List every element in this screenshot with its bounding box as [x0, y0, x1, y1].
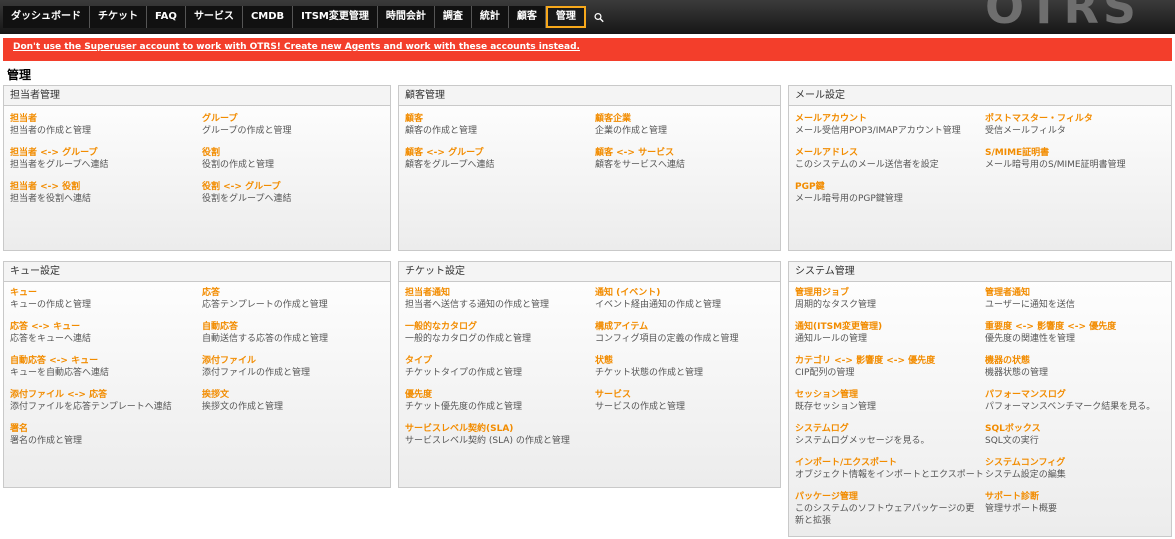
admin-link-criticality-impact-priority[interactable]: 重要度 <-> 影響度 <-> 優先度 優先度の関連性を管理 [985, 321, 1175, 345]
admin-link-priorities[interactable]: 優先度 チケット優先度の作成と管理 [405, 389, 595, 413]
panel-ticket-settings: チケット設定 担当者通知 担当者へ送信する通知の作成と管理 通知 (イベント) イベ… [398, 261, 781, 488]
admin-link-agents-roles[interactable]: 担当者 <-> 役割 担当者を役割へ連結 [10, 181, 200, 205]
admin-link-types[interactable]: タイプ チケットタイプの作成と管理 [405, 355, 595, 379]
top-navigation-bar: ダッシュボード チケット FAQ サービス CMDB ITSM変更管理 時間会計… [0, 0, 1175, 34]
admin-link-pgp-keys[interactable]: PGP鍵 メール暗号用のPGP鍵管理 [795, 181, 985, 205]
admin-link-session-management[interactable]: セッション管理 既存セッション管理 [795, 389, 985, 413]
admin-link-postmaster-filters[interactable]: ポストマスター・フィルタ 受信メールフィルタ [985, 113, 1175, 137]
admin-link-customer-companies[interactable]: 顧客企業 企業の作成と管理 [595, 113, 785, 137]
admin-link-itsm-change-notification[interactable]: 通知(ITSM変更管理) 通知ルールの管理 [795, 321, 985, 345]
admin-link-support-data-collector[interactable]: サポート診断 管理サポート概要 [985, 491, 1175, 515]
admin-link-agents[interactable]: 担当者 担当者の作成と管理 [10, 113, 200, 137]
admin-link-device-state[interactable]: 機器の状態 機器状態の管理 [985, 355, 1175, 379]
admin-link-email-addresses[interactable]: メールアドレス このシステムのメール送信者を設定 [795, 147, 985, 171]
nav-faq[interactable]: FAQ [147, 6, 186, 28]
admin-link-import-export[interactable]: インポート/エクスポート オブジェクト情報をインポートとエクスポート [795, 457, 985, 481]
panel-customer-management: 顧客管理 顧客 顧客の作成と管理 顧客企業 企業の作成と管理 顧客 <-> グループ… [398, 85, 781, 251]
admin-link-category-impact-priority[interactable]: カテゴリ <-> 影響度 <-> 優先度 CIP配列の管理 [795, 355, 985, 379]
admin-link-signatures[interactable]: 署名 署名の作成と管理 [10, 423, 200, 447]
admin-link-groups[interactable]: グループ グループの作成と管理 [202, 113, 392, 137]
admin-link-roles[interactable]: 役割 役割の作成と管理 [202, 147, 392, 171]
panel-system-administration: システム管理 管理用ジョブ 周期的なタスク管理 管理者通知 ユーザーに通知を送信 通… [788, 261, 1172, 537]
admin-link-queues[interactable]: キュー キューの作成と管理 [10, 287, 200, 311]
search-icon[interactable] [586, 6, 612, 28]
nav-ticket[interactable]: チケット [90, 6, 147, 28]
panel-title: 顧客管理 [399, 86, 780, 106]
superuser-warning-banner: Don't use the Superuser account to work … [3, 38, 1172, 61]
admin-link-system-log[interactable]: システムログ システムログメッセージを見る。 [795, 423, 985, 447]
nav-time-accounting[interactable]: 時間会計 [377, 6, 435, 28]
admin-link-agent-notifications[interactable]: 担当者通知 担当者へ送信する通知の作成と管理 [405, 287, 595, 311]
admin-link-customers[interactable]: 顧客 顧客の作成と管理 [405, 113, 595, 137]
nav-customer[interactable]: 顧客 [508, 6, 546, 28]
nav-cmdb[interactable]: CMDB [242, 6, 294, 28]
panel-title: メール設定 [789, 86, 1171, 106]
panel-title: チケット設定 [399, 262, 780, 282]
admin-link-states[interactable]: 状態 チケット状態の作成と管理 [595, 355, 785, 379]
otrs-logo: OTRS [985, 0, 1141, 28]
admin-link-auto-responses-queues[interactable]: 自動応答 <-> キュー キューを自動応答へ連結 [10, 355, 200, 379]
admin-link-responses-queues[interactable]: 応答 <-> キュー 応答をキューへ連結 [10, 321, 200, 345]
admin-link-performance-log[interactable]: パフォーマンスログ パフォーマンスベンチマーク結果を見る。 [985, 389, 1175, 413]
nav-itsm-change[interactable]: ITSM変更管理 [293, 6, 378, 28]
admin-link-mail-accounts[interactable]: メールアカウント メール受信用POP3/IMAPアカウント管理 [795, 113, 985, 137]
admin-link-admin-notification[interactable]: 管理者通知 ユーザーに通知を送信 [985, 287, 1175, 311]
admin-link-package-manager[interactable]: パッケージ管理 このシステムのソフトウェアパッケージの更新と拡張 [795, 491, 983, 527]
admin-link-customers-services[interactable]: 顧客 <-> サービス 顧客をサービスへ連結 [595, 147, 785, 171]
panel-queue-settings: キュー設定 キュー キューの作成と管理 応答 応答テンプレートの作成と管理 応答 <… [3, 261, 391, 488]
nav-service[interactable]: サービス [185, 6, 243, 28]
panel-title: キュー設定 [4, 262, 390, 282]
nav-stats[interactable]: 統計 [471, 6, 509, 28]
admin-link-sql-box[interactable]: SQLボックス SQL文の実行 [985, 423, 1175, 447]
admin-link-sla[interactable]: サービスレベル契約(SLA) サービスレベル契約 (SLA) の作成と管理 [405, 423, 645, 447]
admin-link-smime-certificates[interactable]: S/MIME証明書 メール暗号用のS/MIME証明書管理 [985, 147, 1175, 171]
admin-link-event-notifications[interactable]: 通知 (イベント) イベント経由通知の作成と管理 [595, 287, 785, 311]
superuser-warning-link[interactable]: Don't use the Superuser account to work … [13, 42, 580, 52]
panel-email-settings: メール設定 メールアカウント メール受信用POP3/IMAPアカウント管理 ポスト… [788, 85, 1172, 251]
main-nav: ダッシュボード チケット FAQ サービス CMDB ITSM変更管理 時間会計… [3, 6, 612, 28]
panel-title: システム管理 [789, 262, 1171, 282]
nav-dashboard[interactable]: ダッシュボード [3, 6, 90, 28]
admin-link-sysconfig[interactable]: システムコンフィグ システム設定の編集 [985, 457, 1175, 481]
admin-link-agents-groups[interactable]: 担当者 <-> グループ 担当者をグループへ連結 [10, 147, 200, 171]
nav-survey[interactable]: 調査 [434, 6, 472, 28]
admin-link-attachments-responses[interactable]: 添付ファイル <-> 応答 添付ファイルを応答テンプレートへ連結 [10, 389, 200, 413]
admin-link-general-catalog[interactable]: 一般的なカタログ 一般的なカタログの作成と管理 [405, 321, 595, 345]
admin-link-attachments[interactable]: 添付ファイル 添付ファイルの作成と管理 [202, 355, 392, 379]
admin-link-responses[interactable]: 応答 応答テンプレートの作成と管理 [202, 287, 392, 311]
panel-title: 担当者管理 [4, 86, 390, 106]
page-title: 管理 [7, 68, 32, 82]
admin-link-auto-responses[interactable]: 自動応答 自動送信する応答の作成と管理 [202, 321, 392, 345]
admin-link-roles-groups[interactable]: 役割 <-> グループ 役割をグループへ連結 [202, 181, 392, 205]
admin-link-salutations[interactable]: 挨拶文 挨拶文の作成と管理 [202, 389, 392, 413]
panel-agent-management: 担当者管理 担当者 担当者の作成と管理 グループ グループの作成と管理 担当者 <-… [3, 85, 391, 251]
admin-link-config-items[interactable]: 構成アイテム コンフィグ項目の定義の作成と管理 [595, 321, 785, 345]
admin-link-generic-agent[interactable]: 管理用ジョブ 周期的なタスク管理 [795, 287, 985, 311]
admin-link-customers-groups[interactable]: 顧客 <-> グループ 顧客をグループへ連結 [405, 147, 595, 171]
admin-link-services[interactable]: サービス サービスの作成と管理 [595, 389, 785, 413]
nav-admin[interactable]: 管理 [545, 6, 586, 28]
